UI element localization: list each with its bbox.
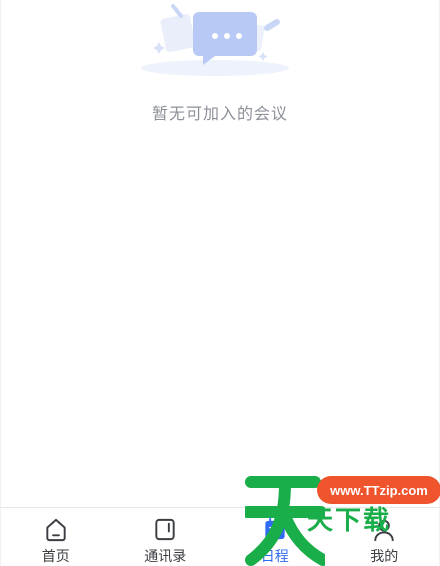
contacts-icon [155,518,175,541]
home-icon [46,518,66,542]
empty-state: 暂无可加入的会议 [1,0,439,140]
empty-state-message: 暂无可加入的会议 [151,104,288,123]
tab-contacts-label: 通讯录 [144,549,187,565]
watermark-logo: www.TTzip.com 天下载 [245,470,440,566]
empty-meeting-illustration-icon [141,4,289,76]
watermark-text: 天下载 [307,506,392,536]
tab-home-label: 首页 [41,549,70,565]
tab-home[interactable]: 首页 [1,508,111,566]
app-screen: 暂无可加入的会议 首页 通讯录 日程 我的 www.TTzip.com 天下载 [0,0,440,566]
tab-contacts[interactable]: 通讯录 [111,508,221,566]
